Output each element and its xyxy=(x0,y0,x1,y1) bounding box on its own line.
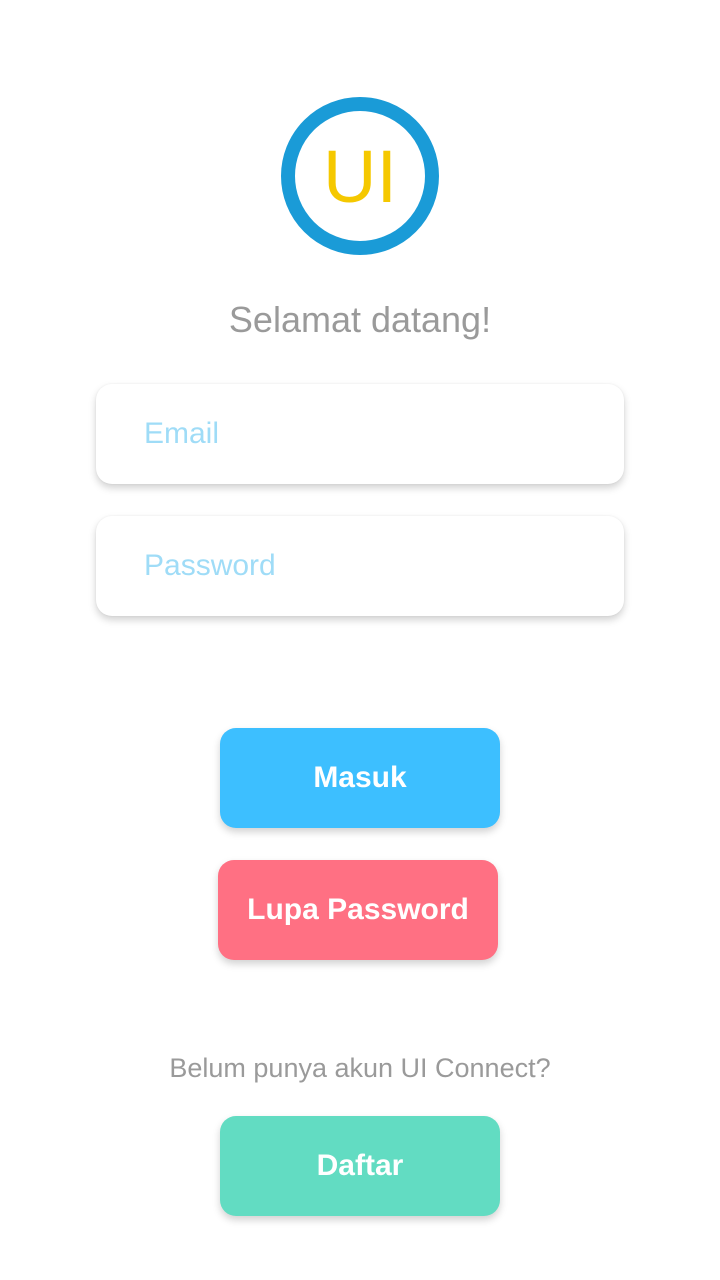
register-button[interactable]: Daftar xyxy=(220,1116,500,1216)
welcome-title: Selamat datang! xyxy=(228,299,492,340)
login-button[interactable]: Masuk xyxy=(220,728,500,828)
logo-text: UI xyxy=(323,135,397,218)
ui-logo: UI xyxy=(281,97,439,255)
login-screen: UI Selamat datang! Masuk Lupa Password B… xyxy=(0,0,720,1280)
email-field[interactable] xyxy=(96,384,624,484)
register-prompt: Belum punya akun UI Connect? xyxy=(169,1053,551,1083)
password-field[interactable] xyxy=(96,516,624,616)
forgot-password-button[interactable]: Lupa Password xyxy=(218,860,498,960)
